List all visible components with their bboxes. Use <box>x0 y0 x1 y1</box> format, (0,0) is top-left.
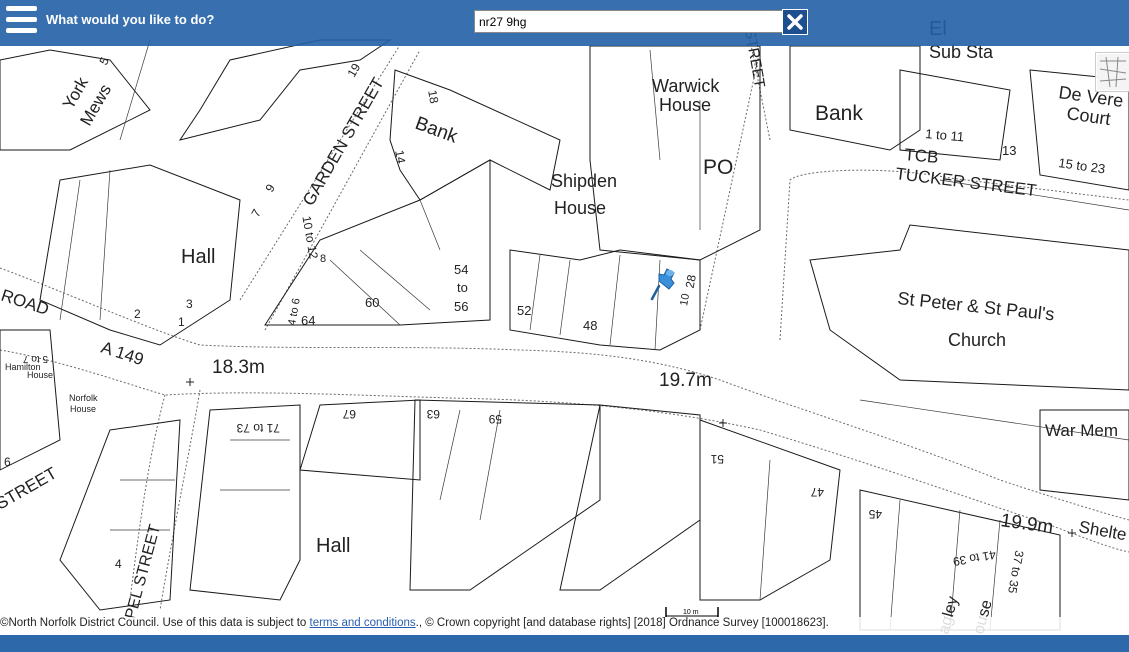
house-number: 59 <box>488 412 502 426</box>
house-number: 37 to 35 <box>1005 549 1026 594</box>
map-label: Hall <box>181 246 215 268</box>
spot-height: 19.9m <box>999 510 1054 538</box>
street-name: PEL STREET <box>122 523 164 622</box>
house-number: 9 <box>262 181 278 194</box>
attribution-suffix: ., © Crown copyright [and database right… <box>415 617 829 629</box>
house-number: 4 <box>115 557 122 571</box>
map-label: Norfolk <box>69 393 98 403</box>
house-number: 2 <box>134 307 141 321</box>
spot-height: 19.7m <box>659 370 712 391</box>
house-number: 7 <box>248 206 264 219</box>
map-label: House <box>27 370 53 380</box>
map-label: Warwick <box>652 76 720 96</box>
map-label: Hall <box>316 535 350 557</box>
map-label: PO <box>703 156 733 179</box>
house-number: 3 <box>186 297 193 311</box>
map-label: Church <box>948 330 1006 350</box>
map-label: War Mem <box>1045 421 1118 440</box>
house-number: 1 <box>178 315 185 329</box>
house-number: to <box>457 280 468 295</box>
house-number: 13 <box>1002 143 1016 158</box>
house-number: 6 <box>4 455 11 469</box>
house-number: 14 <box>392 149 408 165</box>
house-number: 56 <box>454 299 468 314</box>
map-label: TCB <box>904 145 940 167</box>
attribution-prefix: ©North Norfolk District Council. Use of … <box>0 617 310 629</box>
house-number: 52 <box>517 303 531 318</box>
close-icon <box>787 14 803 30</box>
map-label: House <box>554 198 606 218</box>
house-number: 51 <box>710 452 724 466</box>
location-pin-icon[interactable] <box>650 268 680 302</box>
house-number: 71 to 73 <box>236 421 280 435</box>
house-number: 18 <box>425 89 441 105</box>
house-number: 67 <box>342 407 356 421</box>
basemap-switcher-button[interactable] <box>1095 52 1129 92</box>
map-label: St Peter & St Paul's <box>897 288 1056 324</box>
house-number: 64 <box>301 313 315 328</box>
spot-height: 18.3m <box>212 357 265 378</box>
street-name: A 149 <box>99 338 146 370</box>
basemap-thumbnail-icon <box>1097 54 1129 90</box>
scale-bar-label: 10 m <box>683 609 699 616</box>
map-canvas[interactable]: York Mews GARDEN STREET Bank Bank Hall H… <box>0 0 1129 652</box>
map-label: House <box>70 404 96 414</box>
map-label: Shelte <box>1077 517 1128 544</box>
house-number: 41 to 39 <box>952 547 997 568</box>
street-name: TUCKER STREET <box>895 164 1038 200</box>
search-input[interactable] <box>474 10 784 33</box>
house-number: 1 to 11 <box>925 126 965 144</box>
house-number: 15 to 23 <box>1058 155 1107 176</box>
house-number: 5 to 7 <box>23 353 48 364</box>
top-toolbar: What would you like to do? <box>0 0 1129 46</box>
street-name: STREET <box>0 463 60 513</box>
map-attribution: ©North Norfolk District Council. Use of … <box>0 617 1129 635</box>
house-number: 28 <box>683 273 699 289</box>
bottom-bar <box>0 635 1129 652</box>
house-number: 10 <box>678 293 692 307</box>
terms-and-conditions-link[interactable]: terms and conditions <box>310 617 416 629</box>
house-number: 48 <box>583 318 597 333</box>
house-number: 63 <box>426 407 440 421</box>
toolbar-prompt: What would you like to do? <box>46 12 215 27</box>
house-number: 47 <box>810 485 824 499</box>
house-number: 5 <box>96 54 112 67</box>
map-label: Shipden <box>551 171 617 191</box>
house-number: 54 <box>454 262 468 277</box>
map-label: Bank <box>815 102 863 125</box>
map-label: Bank <box>412 113 460 148</box>
house-number: 19 <box>344 61 363 80</box>
house-number: 10 to 12 <box>299 215 320 260</box>
map-label: House <box>659 95 711 115</box>
house-number: 60 <box>365 295 379 310</box>
hamburger-menu-icon[interactable] <box>6 6 37 37</box>
clear-search-button[interactable] <box>782 9 808 35</box>
house-number: 45 <box>868 507 882 521</box>
street-name: ROAD <box>0 286 51 319</box>
